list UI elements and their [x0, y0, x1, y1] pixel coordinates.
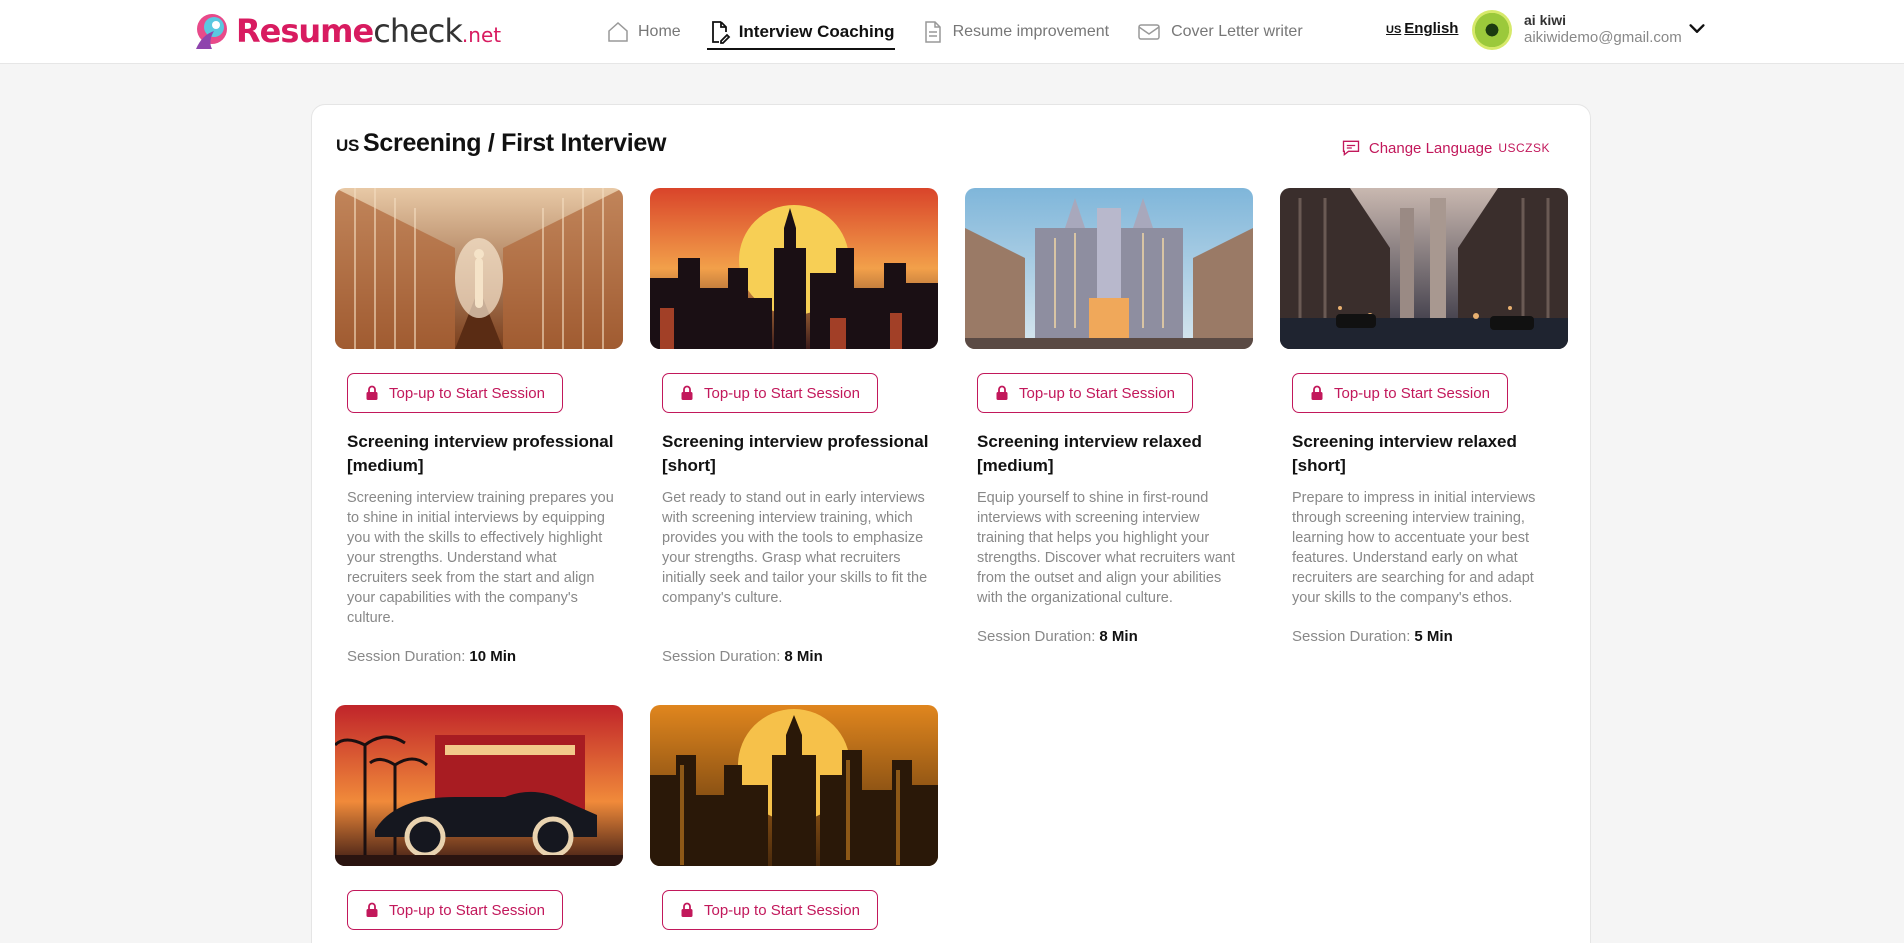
lock-icon: [681, 385, 693, 400]
brand-part-resume: Resume: [236, 12, 374, 50]
chevron-down-icon[interactable]: [1686, 18, 1708, 40]
brand-name: Resumecheck.net: [236, 15, 501, 47]
session-duration-label: Session Duration:: [662, 648, 781, 665]
lock-icon: [1311, 385, 1323, 400]
session-description: Get ready to stand out in early intervie…: [662, 490, 928, 606]
session-card-image[interactable]: [335, 188, 623, 349]
session-panel: US Screening / First Interview Change Lan…: [311, 104, 1591, 943]
art-deco-corridor-image: [335, 188, 623, 349]
session-title: Screening interview relaxed [medium]: [977, 432, 1202, 475]
topup-button-label: Top-up to Start Session: [389, 384, 545, 402]
chat-bubble-icon: [1342, 140, 1360, 157]
change-language-label: Change Language: [1368, 139, 1493, 157]
topup-button-label: Top-up to Start Session: [389, 901, 545, 919]
topup-start-session-button[interactable]: Top-up to Start Session: [347, 373, 563, 413]
lock-icon: [681, 902, 693, 917]
topup-start-session-button[interactable]: Top-up to Start Session: [662, 890, 878, 930]
lock-icon: [366, 385, 378, 400]
session-duration-value: 8 Min: [1099, 628, 1138, 645]
session-title: Screening interview professional [medium…: [347, 432, 614, 475]
session-duration: Session Duration: 8 Min: [662, 648, 823, 665]
session-card-image[interactable]: [335, 705, 623, 866]
us-flag-icon: US: [336, 136, 360, 155]
nav-item-label: Interview Coaching: [738, 22, 895, 41]
session-card: Top-up to Start Session Screening interv…: [965, 188, 1253, 645]
nav-item-home[interactable]: Home: [606, 0, 681, 64]
topup-start-session-button[interactable]: Top-up to Start Session: [662, 373, 878, 413]
page-title-text: Screening / First Interview: [363, 129, 667, 157]
brand-part-tld: .net: [461, 23, 502, 47]
session-card-image[interactable]: [650, 705, 938, 866]
session-card: Top-up to Start Session Screening interv…: [650, 188, 938, 665]
user-email: aikiwidemo@gmail.com: [1524, 29, 1682, 47]
session-card-image[interactable]: [1280, 188, 1568, 349]
language-codes: USCZSK: [1498, 141, 1550, 155]
sunset-skyline-image: [650, 188, 938, 349]
document-icon: [924, 21, 941, 43]
session-duration: Session Duration: 5 Min: [1292, 628, 1453, 645]
page-title: US Screening / First Interview: [336, 129, 666, 158]
language-switch[interactable]: US English: [1386, 20, 1458, 37]
nav-item-label: Home: [638, 23, 681, 40]
session-title: Screening interview relaxed [short]: [1292, 432, 1517, 475]
topup-button-label: Top-up to Start Session: [1334, 384, 1490, 402]
topup-start-session-button[interactable]: Top-up to Start Session: [347, 890, 563, 930]
user-menu[interactable]: ai kiwi aikiwidemo@gmail.com: [1472, 10, 1682, 50]
brand-logo[interactable]: Resumecheck.net: [188, 8, 501, 54]
session-card: Top-up to Start Session: [335, 705, 623, 943]
language-label: English: [1404, 20, 1459, 37]
session-duration-label: Session Duration:: [1292, 628, 1411, 645]
mail-icon: [1138, 24, 1160, 40]
session-card-image[interactable]: [965, 188, 1253, 349]
session-duration-value: 8 Min: [784, 648, 823, 665]
session-card: Top-up to Start Session: [650, 705, 938, 943]
change-language-button[interactable]: Change Language USCZSK: [1341, 138, 1550, 158]
city-street-image: [1280, 188, 1568, 349]
main-nav: Home Interview Coaching Resume improveme…: [606, 0, 1329, 64]
session-card-image[interactable]: [650, 188, 938, 349]
nav-item-cover-letter[interactable]: Cover Letter writer: [1135, 0, 1303, 64]
logo-mark-icon: [196, 14, 227, 49]
session-description: Screening interview training prepares yo…: [347, 490, 614, 626]
session-title: Screening interview professional [short]: [662, 432, 929, 475]
brand-part-check: check: [373, 12, 463, 50]
top-header: Resumecheck.net Home Interview Coaching …: [0, 0, 1904, 64]
session-duration-value: 5 Min: [1414, 628, 1453, 645]
session-description: Equip yourself to shine in first-round i…: [977, 490, 1235, 606]
nav-item-resume-improvement[interactable]: Resume improvement: [921, 0, 1110, 64]
session-duration: Session Duration: 10 Min: [347, 648, 516, 665]
home-icon: [608, 21, 628, 42]
art-deco-building-image: [965, 188, 1253, 349]
nav-item-label: Cover Letter writer: [1171, 23, 1303, 40]
session-duration-label: Session Duration:: [347, 648, 466, 665]
user-name: ai kiwi: [1524, 11, 1567, 28]
topup-start-session-button[interactable]: Top-up to Start Session: [1292, 373, 1508, 413]
topup-start-session-button[interactable]: Top-up to Start Session: [977, 373, 1193, 413]
avatar: [1472, 10, 1512, 50]
user-info: ai kiwi aikiwidemo@gmail.com: [1524, 12, 1682, 48]
session-duration-label: Session Duration:: [977, 628, 1096, 645]
session-description: Prepare to impress in initial interviews…: [1292, 490, 1536, 606]
session-duration-value: 10 Min: [469, 648, 517, 665]
nav-item-interview-coaching[interactable]: Interview Coaching: [706, 0, 895, 64]
golden-skyline-image: [650, 705, 938, 866]
session-card: Top-up to Start Session Screening interv…: [1280, 188, 1568, 645]
us-flag-icon: US: [1386, 24, 1402, 36]
vintage-car-image: [335, 705, 623, 866]
session-card: Top-up to Start Session Screening interv…: [335, 188, 623, 665]
lock-icon: [366, 902, 378, 917]
topup-button-label: Top-up to Start Session: [704, 901, 860, 919]
session-duration: Session Duration: 8 Min: [977, 628, 1138, 645]
lock-icon: [996, 385, 1008, 400]
topup-button-label: Top-up to Start Session: [704, 384, 860, 402]
topup-button-label: Top-up to Start Session: [1019, 384, 1175, 402]
nav-item-label: Resume improvement: [952, 23, 1110, 40]
edit-document-icon: [711, 21, 730, 44]
